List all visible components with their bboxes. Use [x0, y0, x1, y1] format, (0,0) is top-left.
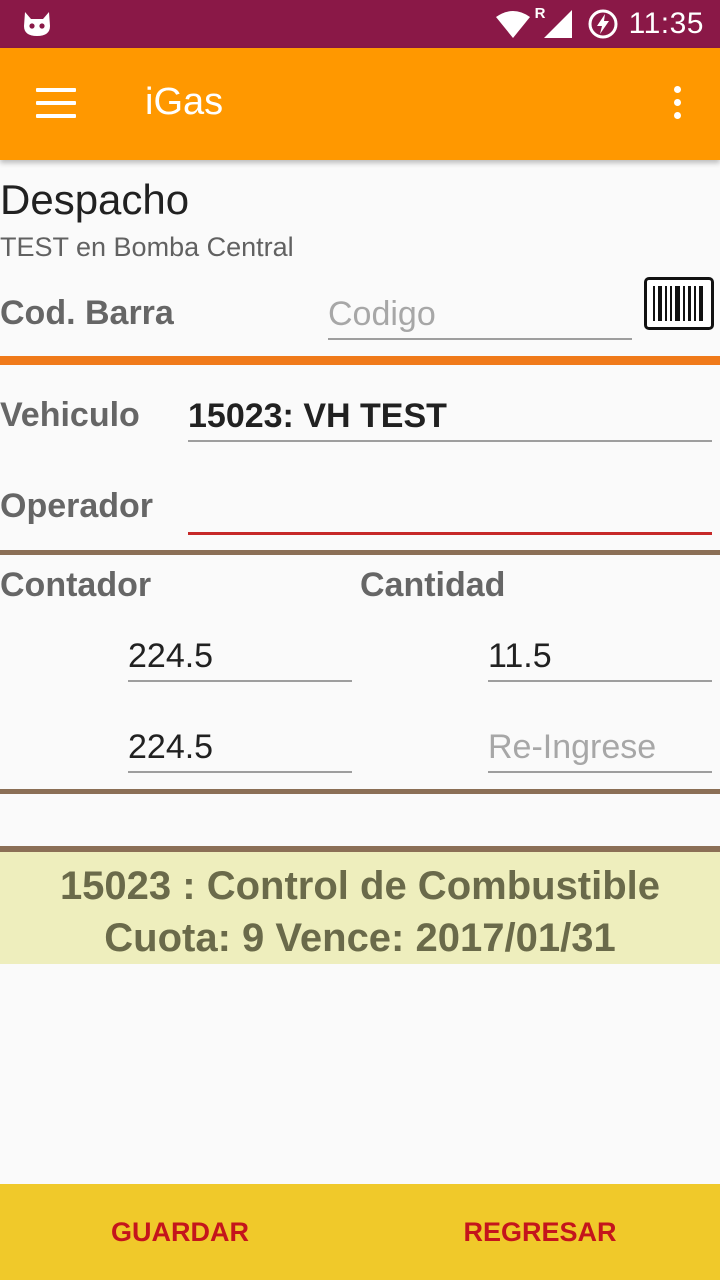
back-button[interactable]: REGRESAR [360, 1184, 720, 1280]
cantidad-input-1[interactable] [488, 632, 712, 682]
cantidad-label: Cantidad [360, 566, 506, 604]
vehicle-input[interactable] [188, 392, 712, 442]
menu-icon[interactable] [36, 88, 76, 118]
app-bar: iGas [0, 48, 720, 160]
quota-line-2: Cuota: 9 Vence: 2017/01/31 [104, 916, 616, 960]
barcode-input[interactable] [328, 290, 632, 340]
operator-input[interactable] [188, 484, 712, 535]
wifi-icon [495, 11, 530, 38]
barcode-label: Cod. Barra [0, 294, 174, 332]
cantidad-input-2[interactable] [488, 723, 712, 773]
status-time: 11:35 [628, 7, 704, 40]
cat-icon [24, 12, 50, 36]
contador-label: Contador [0, 566, 152, 604]
divider-orange [0, 356, 720, 365]
quota-line-1: 15023 : Control de Combustible [59, 864, 661, 908]
battery-charging-icon [588, 9, 618, 39]
bottom-action-bar: GUARDAR REGRESAR [0, 1184, 720, 1280]
operator-label: Operador [0, 487, 154, 525]
network-indicator: R [534, 5, 546, 22]
page-subtitle: TEST en Bomba Central [0, 232, 294, 262]
quota-info: 15023 : Control de Combustible Cuota: 9 … [0, 852, 720, 964]
barcode-icon[interactable] [644, 277, 714, 330]
divider-brown-1 [0, 550, 720, 555]
contador-input-2[interactable] [128, 723, 352, 773]
vehicle-label: Vehiculo [0, 396, 140, 434]
page-title: Despacho [0, 176, 190, 223]
contador-input-1[interactable] [128, 632, 352, 682]
app-title: iGas [145, 81, 224, 123]
more-vert-icon[interactable] [674, 86, 684, 122]
divider-brown-2 [0, 789, 720, 794]
save-button[interactable]: GUARDAR [0, 1184, 360, 1280]
status-bar: R 11:35 [0, 0, 720, 48]
